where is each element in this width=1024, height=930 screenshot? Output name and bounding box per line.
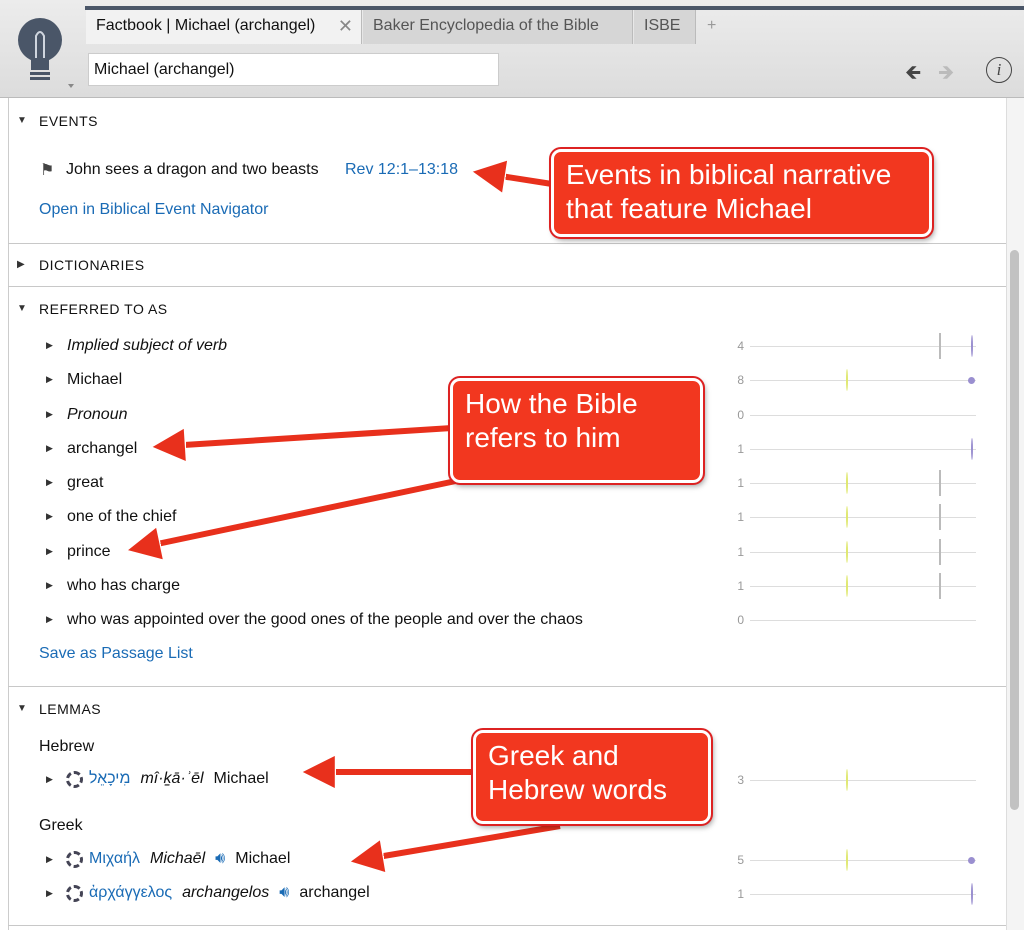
arrow — [143, 475, 471, 547]
arrow — [168, 425, 453, 446]
callout-events: Events in biblical narrative that featur… — [549, 147, 934, 239]
arrow — [488, 174, 553, 184]
arrow — [366, 823, 561, 859]
callout-lemmas: Greek and Hebrew words — [471, 728, 713, 826]
callout-referred: How the Bible refers to him — [448, 376, 705, 485]
